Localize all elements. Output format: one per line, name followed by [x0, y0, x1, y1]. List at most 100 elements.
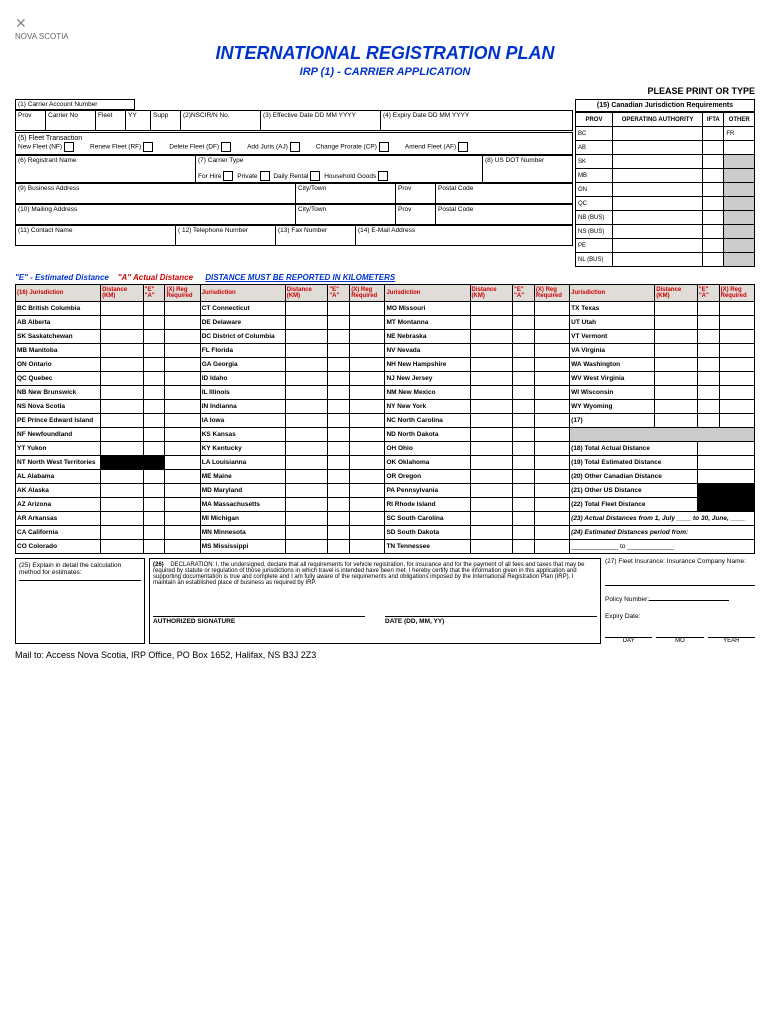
- jur-ea-cell[interactable]: [513, 512, 535, 526]
- jur-ea-cell[interactable]: [328, 484, 350, 498]
- jur-reg-cell[interactable]: [165, 442, 200, 456]
- jur-reg-cell[interactable]: [165, 512, 200, 526]
- registrant-name-field[interactable]: (6) Registrant Name: [16, 156, 196, 183]
- jur-dist-cell[interactable]: [470, 400, 513, 414]
- canadian-ifta-cell[interactable]: [703, 197, 724, 211]
- jur-reg-cell[interactable]: [350, 358, 385, 372]
- jur-reg-cell[interactable]: [534, 428, 569, 442]
- for-hire-option[interactable]: For Hire: [198, 173, 235, 180]
- jur-ea-cell[interactable]: [143, 400, 165, 414]
- jur-ea-cell[interactable]: [513, 358, 535, 372]
- jur-ea-cell[interactable]: [513, 330, 535, 344]
- jur-reg-cell[interactable]: [534, 358, 569, 372]
- jur-reg-cell[interactable]: [165, 456, 200, 470]
- jur-dist-cell[interactable]: [101, 372, 144, 386]
- jur-ea-cell[interactable]: [328, 456, 350, 470]
- canadian-ifta-cell[interactable]: [703, 155, 724, 169]
- canadian-auth-cell[interactable]: [612, 183, 702, 197]
- jur-reg-cell[interactable]: [719, 302, 754, 316]
- business-prov-field[interactable]: Prov: [396, 184, 436, 204]
- jur-ea-cell[interactable]: [143, 456, 165, 470]
- jur-dist-cell[interactable]: [101, 414, 144, 428]
- jur-reg-cell[interactable]: [165, 484, 200, 498]
- jur-reg-cell[interactable]: [165, 400, 200, 414]
- delete-fleet-option[interactable]: Delete Fleet (DF): [169, 142, 233, 152]
- jur-ea-cell[interactable]: [328, 428, 350, 442]
- jur-dist-cell[interactable]: [655, 302, 698, 316]
- nscirn-field[interactable]: (2)NSCIR/N No.: [181, 111, 261, 131]
- jur-ea-cell[interactable]: [697, 400, 719, 414]
- jur-dist-cell[interactable]: [655, 372, 698, 386]
- jur-reg-cell[interactable]: [719, 316, 754, 330]
- jur-dist-cell[interactable]: [285, 316, 328, 330]
- carrier-no-field[interactable]: Carrier No: [46, 111, 96, 131]
- business-city-field[interactable]: City/Town: [296, 184, 396, 204]
- jur-dist-cell[interactable]: [655, 358, 698, 372]
- jur-ea-cell[interactable]: [328, 526, 350, 540]
- canadian-auth-cell[interactable]: [612, 239, 702, 253]
- jur-reg-cell[interactable]: [534, 526, 569, 540]
- jur-ea-cell[interactable]: [513, 316, 535, 330]
- jur-reg-cell[interactable]: [719, 372, 754, 386]
- jur-ea-cell[interactable]: [697, 372, 719, 386]
- jur-dist-cell[interactable]: [101, 484, 144, 498]
- canadian-other-cell[interactable]: [724, 155, 755, 169]
- jur-ea-cell[interactable]: [328, 358, 350, 372]
- jur-dist-cell[interactable]: [285, 428, 328, 442]
- jur-ea-cell[interactable]: [697, 330, 719, 344]
- jur-reg-cell[interactable]: [165, 470, 200, 484]
- jur-ea-cell[interactable]: [328, 316, 350, 330]
- jur-ea-cell[interactable]: [697, 386, 719, 400]
- jur-ea-cell[interactable]: [143, 484, 165, 498]
- jur-ea-cell[interactable]: [143, 414, 165, 428]
- jur-dist-cell[interactable]: [470, 358, 513, 372]
- jur-reg-cell[interactable]: [534, 414, 569, 428]
- canadian-other-cell[interactable]: [724, 169, 755, 183]
- jur-reg-cell[interactable]: [165, 386, 200, 400]
- canadian-other-cell[interactable]: [724, 141, 755, 155]
- fleet-field[interactable]: Fleet: [96, 111, 126, 131]
- jur-dist-cell[interactable]: [101, 386, 144, 400]
- jur-dist-cell[interactable]: [470, 344, 513, 358]
- jur-reg-cell[interactable]: [350, 512, 385, 526]
- jur-ea-cell[interactable]: [328, 400, 350, 414]
- jur-reg-cell[interactable]: [165, 358, 200, 372]
- canadian-ifta-cell[interactable]: [703, 169, 724, 183]
- jur-reg-cell[interactable]: [350, 372, 385, 386]
- jur-ea-cell[interactable]: [513, 414, 535, 428]
- jur-ea-cell[interactable]: [513, 540, 535, 554]
- canadian-ifta-cell[interactable]: [703, 141, 724, 155]
- jur-ea-cell[interactable]: [513, 484, 535, 498]
- jur-ea-cell[interactable]: [328, 512, 350, 526]
- canadian-ifta-cell[interactable]: [703, 253, 724, 267]
- jur-dist-cell[interactable]: [285, 330, 328, 344]
- jur-reg-cell[interactable]: [534, 386, 569, 400]
- jur-ea-cell[interactable]: [513, 386, 535, 400]
- jur-dist-cell[interactable]: [285, 344, 328, 358]
- jur-dist-cell[interactable]: [470, 428, 513, 442]
- jur-ea-cell[interactable]: [328, 330, 350, 344]
- canadian-other-cell[interactable]: [724, 225, 755, 239]
- jur-ea-cell[interactable]: [328, 498, 350, 512]
- jur-ea-cell[interactable]: [697, 344, 719, 358]
- jur-ea-cell[interactable]: [143, 498, 165, 512]
- contact-name-field[interactable]: (11) Contact Name: [16, 226, 176, 246]
- jur-reg-cell[interactable]: [165, 372, 200, 386]
- jur-dist-cell[interactable]: [470, 386, 513, 400]
- jur-dist-cell[interactable]: [101, 526, 144, 540]
- expiry-date-field[interactable]: (4) Expiry Date DD MM YYYY: [381, 111, 573, 131]
- usdot-field[interactable]: (8) US DOT Number: [483, 156, 573, 183]
- jur-ea-cell[interactable]: [697, 358, 719, 372]
- jur-reg-cell[interactable]: [350, 414, 385, 428]
- canadian-other-cell[interactable]: [724, 253, 755, 267]
- jur-reg-cell[interactable]: [719, 330, 754, 344]
- jur-dist-cell[interactable]: [470, 414, 513, 428]
- jur-reg-cell[interactable]: [350, 386, 385, 400]
- jur-reg-cell[interactable]: [165, 428, 200, 442]
- new-fleet-option[interactable]: New Fleet (NF): [18, 142, 76, 152]
- mailing-prov-field[interactable]: Prov: [396, 205, 436, 225]
- jur-ea-cell[interactable]: [328, 372, 350, 386]
- jur-dist-cell[interactable]: [101, 540, 144, 554]
- jur-dist-cell[interactable]: [101, 456, 144, 470]
- jur-reg-cell[interactable]: [350, 428, 385, 442]
